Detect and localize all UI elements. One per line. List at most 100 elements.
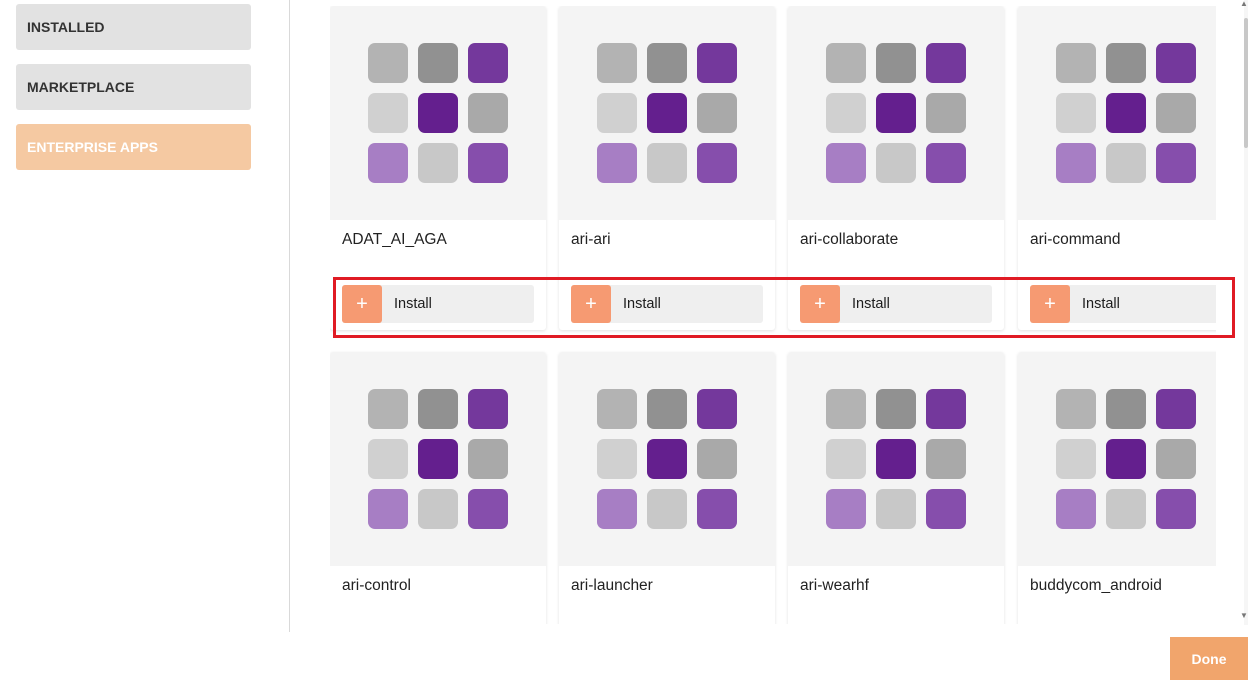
app-grid-tile: [926, 439, 966, 479]
app-grid-tile: [418, 489, 458, 529]
app-grid-tile: [368, 489, 408, 529]
install-button[interactable]: + Install: [1030, 285, 1216, 323]
app-grid-tile: [597, 439, 637, 479]
app-grid-tile: [1106, 389, 1146, 429]
app-grid-tile: [926, 489, 966, 529]
app-name: ari-control: [342, 577, 411, 594]
install-button[interactable]: + Install: [571, 285, 763, 323]
app-name: buddycom_android: [1030, 577, 1162, 594]
app-name: ari-launcher: [571, 577, 653, 594]
app-name: ADAT_AI_AGA: [342, 231, 447, 248]
app-grid-tile: [368, 389, 408, 429]
app-grid-tile: [1056, 389, 1096, 429]
app-grid-tile: [876, 93, 916, 133]
app-grid-tile: [876, 439, 916, 479]
app-card[interactable]: ari-ari + Install: [559, 6, 775, 330]
app-grid-tile: [647, 489, 687, 529]
app-grid-icon: [788, 6, 1004, 220]
app-grid-tile: [597, 43, 637, 83]
app-grid-tile: [826, 439, 866, 479]
sidebar-item-label: ENTERPRISE APPS: [27, 139, 158, 155]
app-grid-tile: [368, 93, 408, 133]
app-grid-tile: [926, 43, 966, 83]
app-grid: ADAT_AI_AGA + Install ari-ari + Install ari-co…: [330, 6, 1216, 624]
plus-icon: +: [1030, 285, 1070, 323]
app-grid-tile: [418, 93, 458, 133]
sidebar-item-label: INSTALLED: [27, 19, 105, 35]
app-grid-tile: [647, 43, 687, 83]
sidebar-nav: INSTALLED MARKETPLACE ENTERPRISE APPS: [16, 4, 251, 184]
app-card[interactable]: ari-control+Install: [330, 352, 546, 624]
app-grid-tile: [926, 143, 966, 183]
plus-icon: +: [342, 285, 382, 323]
app-grid-tile: [826, 489, 866, 529]
app-grid-tile: [1156, 439, 1196, 479]
install-label: Install: [852, 296, 890, 312]
app-grid-tile: [647, 439, 687, 479]
app-grid-tile: [1056, 43, 1096, 83]
install-button[interactable]: + Install: [800, 285, 992, 323]
plus-icon: +: [800, 285, 840, 323]
app-grid-tile: [468, 489, 508, 529]
app-card[interactable]: ADAT_AI_AGA + Install: [330, 6, 546, 330]
app-grid-tile: [418, 439, 458, 479]
app-grid-tile: [418, 143, 458, 183]
app-grid-tile: [1106, 43, 1146, 83]
app-grid-tile: [647, 389, 687, 429]
done-button[interactable]: Done: [1170, 637, 1248, 680]
app-grid-tile: [418, 389, 458, 429]
app-grid-tile: [697, 93, 737, 133]
app-grid-tile: [647, 93, 687, 133]
app-grid-icon: [788, 352, 1004, 566]
app-grid-tile: [826, 389, 866, 429]
install-label: Install: [1082, 296, 1120, 312]
sidebar-item-marketplace[interactable]: MARKETPLACE: [16, 64, 251, 110]
scroll-down-arrow-icon[interactable]: ▼: [1240, 612, 1248, 620]
app-card[interactable]: ari-collaborate + Install: [788, 6, 1004, 330]
sidebar-divider: [289, 0, 290, 632]
app-grid-tile: [1156, 389, 1196, 429]
app-grid-tile: [1156, 93, 1196, 133]
app-grid-tile: [697, 143, 737, 183]
app-card[interactable]: ari-wearhf+Install: [788, 352, 1004, 624]
app-card[interactable]: ari-command + Install: [1018, 6, 1216, 330]
app-grid-tile: [1106, 93, 1146, 133]
app-grid-tile: [468, 389, 508, 429]
app-grid-icon: [1018, 6, 1216, 220]
install-label: Install: [394, 296, 432, 312]
app-grid-tile: [368, 439, 408, 479]
app-grid-tile: [1056, 439, 1096, 479]
app-grid-tile: [1106, 439, 1146, 479]
app-grid-tile: [468, 143, 508, 183]
app-grid-tile: [468, 43, 508, 83]
app-name: ari-wearhf: [800, 577, 869, 594]
app-card[interactable]: buddycom_android+Install: [1018, 352, 1216, 624]
app-grid-tile: [1156, 43, 1196, 83]
scroll-up-arrow-icon[interactable]: ▲: [1240, 0, 1248, 8]
app-card[interactable]: ari-launcher+Install: [559, 352, 775, 624]
app-grid-tile: [368, 43, 408, 83]
app-grid-tile: [368, 143, 408, 183]
app-grid-tile: [826, 143, 866, 183]
app-grid-tile: [597, 93, 637, 133]
sidebar-item-installed[interactable]: INSTALLED: [16, 4, 251, 50]
app-grid-tile: [468, 439, 508, 479]
app-grid-icon: [1018, 352, 1216, 566]
app-grid-icon: [330, 352, 546, 566]
app-grid-tile: [876, 143, 916, 183]
app-grid-tile: [876, 43, 916, 83]
plus-icon: +: [571, 285, 611, 323]
sidebar-item-label: MARKETPLACE: [27, 79, 135, 95]
sidebar-item-enterprise-apps[interactable]: ENTERPRISE APPS: [16, 124, 251, 170]
app-grid-tile: [1156, 489, 1196, 529]
app-name: ari-command: [1030, 231, 1121, 248]
app-name: ari-collaborate: [800, 231, 899, 248]
app-grid-tile: [418, 43, 458, 83]
app-grid-tile: [1056, 93, 1096, 133]
app-grid-icon: [330, 6, 546, 220]
app-grid-tile: [468, 93, 508, 133]
scrollbar-thumb[interactable]: [1244, 18, 1248, 148]
app-grid-tile: [876, 389, 916, 429]
app-name: ari-ari: [571, 231, 611, 248]
install-button[interactable]: + Install: [342, 285, 534, 323]
